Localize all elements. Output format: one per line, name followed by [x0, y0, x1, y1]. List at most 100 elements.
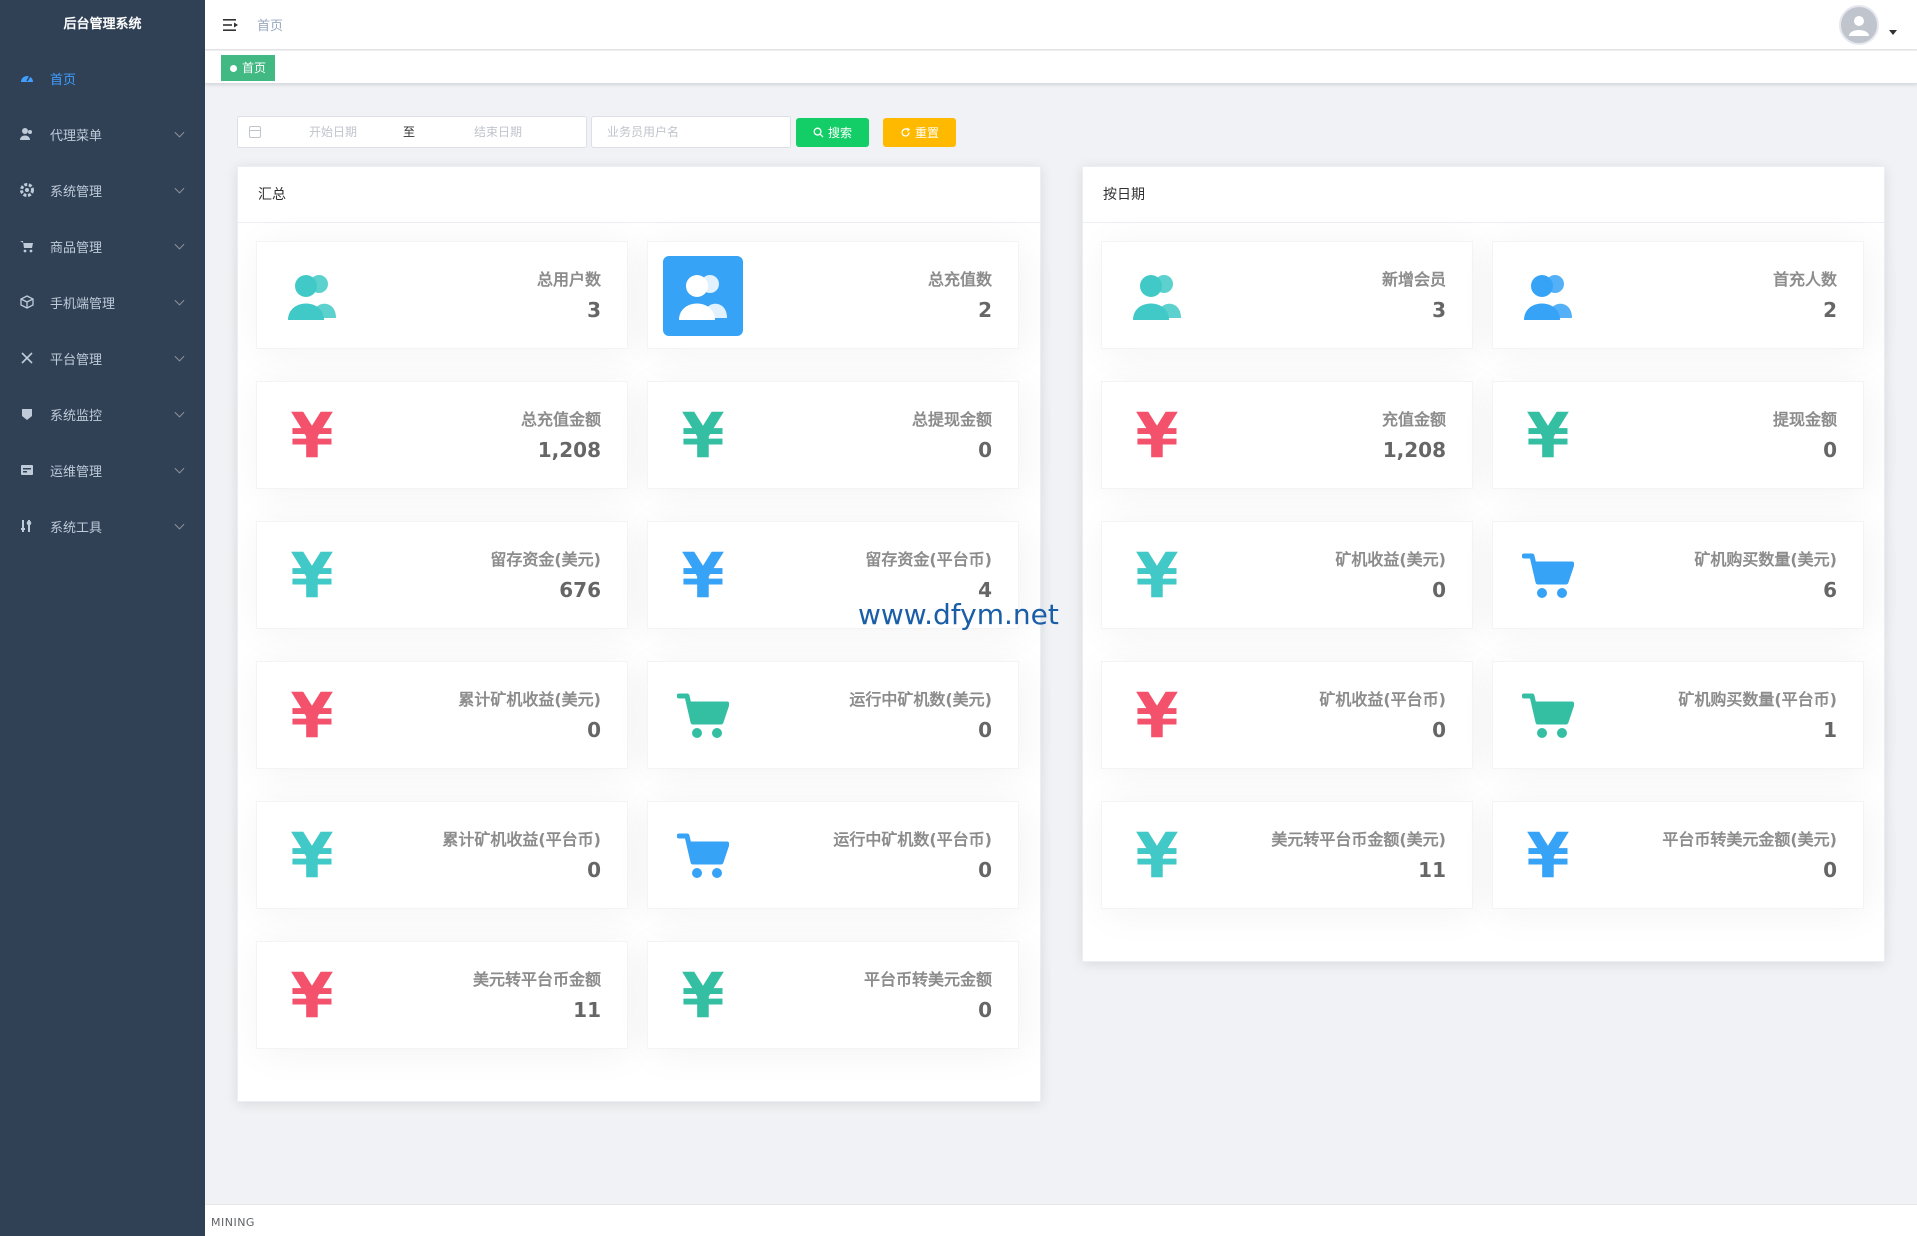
- by-date-panel-title: 按日期: [1083, 167, 1884, 223]
- cart-icon: [677, 833, 729, 878]
- stat-card[interactable]: ¥ 平台币转美元金额(美元) 0: [1492, 801, 1864, 909]
- stat-card[interactable]: ¥ 美元转平台币金额(美元) 11: [1101, 801, 1473, 909]
- hamburger-icon[interactable]: [222, 16, 240, 34]
- reset-button[interactable]: 重置: [883, 118, 956, 147]
- sidebar-item-0[interactable]: 首页: [0, 50, 205, 106]
- sidebar-item-5[interactable]: 平台管理: [0, 330, 205, 386]
- stat-card[interactable]: ¥ 平台币转美元金额 0: [647, 941, 1019, 1049]
- stat-card-icon-wrap: [663, 676, 743, 756]
- stat-card-value: 676: [559, 578, 601, 602]
- stat-card-value: 0: [978, 718, 992, 742]
- sidebar-item-label: 手机端管理: [50, 296, 116, 312]
- stat-card[interactable]: ¥ 累计矿机收益(美元) 0: [256, 661, 628, 769]
- stat-card-value: 0: [1823, 858, 1837, 882]
- salesman-username-input[interactable]: 业务员用户名: [591, 116, 791, 148]
- yen-icon: ¥: [1135, 399, 1179, 472]
- watermark-text: www.dfym.net: [858, 598, 1059, 631]
- stat-card[interactable]: ¥ 矿机收益(平台币) 0: [1101, 661, 1473, 769]
- stat-card-label: 矿机收益(平台币): [1319, 690, 1446, 709]
- sidebar-item-2[interactable]: 系统管理: [0, 162, 205, 218]
- stat-card-label: 总用户数: [536, 270, 601, 289]
- sidebar-menu: 首页 代理菜单系统管理商品管理手机端管理平台管理系统监控运维管理 系统工具: [0, 50, 205, 554]
- stat-card[interactable]: 运行中矿机数(平台币) 0: [647, 801, 1019, 909]
- gear-icon: [20, 183, 34, 197]
- sidebar-item-label: 商品管理: [50, 240, 103, 256]
- date-range-picker[interactable]: 开始日期 至 结束日期: [237, 116, 587, 148]
- stat-card-label: 累计矿机收益(平台币): [442, 830, 601, 849]
- dot-icon: [230, 64, 237, 72]
- sidebar: 后台管理系统 首页 代理菜单 系统管理 商品管理 手机端管理 平台管理 系统监控 运维管理 系统…: [0, 0, 205, 1236]
- stat-card-icon-wrap: ¥: [1508, 816, 1588, 896]
- sidebar-item-label: 平台管理: [50, 352, 103, 368]
- stat-card-value: 0: [1432, 718, 1446, 742]
- yen-icon: ¥: [681, 399, 725, 472]
- stat-card[interactable]: ¥ 充值金额 1,208: [1101, 381, 1473, 489]
- stat-card[interactable]: 矿机购买数量(平台币) 1: [1492, 661, 1864, 769]
- stat-card[interactable]: 矿机购买数量(美元) 6: [1492, 521, 1864, 629]
- end-date-input[interactable]: 结束日期: [433, 117, 563, 147]
- stat-card-icon-wrap: ¥: [272, 676, 352, 756]
- chevron-down-icon: [174, 183, 185, 194]
- people-icon: [1133, 275, 1181, 320]
- sidebar-item-7[interactable]: 运维管理: [0, 442, 205, 498]
- stat-card[interactable]: 首充人数 2: [1492, 241, 1864, 349]
- user-avatar-icon: [1849, 16, 1869, 36]
- sidebar-item-1[interactable]: 代理菜单: [0, 106, 205, 162]
- stat-card[interactable]: ¥ 累计矿机收益(平台币) 0: [256, 801, 628, 909]
- stat-card-value: 2: [978, 298, 992, 322]
- stat-card-label: 累计矿机收益(美元): [458, 690, 601, 709]
- stat-card[interactable]: 运行中矿机数(美元) 0: [647, 661, 1019, 769]
- stat-card-label: 充值金额: [1381, 410, 1446, 429]
- stat-card-label: 美元转平台币金额: [472, 970, 601, 989]
- stat-card[interactable]: 新增会员 3: [1101, 241, 1473, 349]
- caret-down-icon[interactable]: [1889, 30, 1897, 35]
- stat-card[interactable]: ¥ 总充值金额 1,208: [256, 381, 628, 489]
- stat-card-icon-wrap: [1508, 676, 1588, 756]
- by-date-panel: 按日期 新增会员 3 首充人数 2 ¥ 充值金额 1,208 ¥ 提现金额 0 ¥ 矿机收益(美元) 0…: [1082, 166, 1885, 962]
- stat-card[interactable]: ¥ 矿机收益(美元) 0: [1101, 521, 1473, 629]
- summary-panel: 汇总 总用户数 3 总充值数 2 ¥ 总充值金额 1,208 ¥ 总提现金额 0 ¥ 留存资金(美元)…: [237, 166, 1041, 1102]
- sidebar-item-6[interactable]: 系统监控: [0, 386, 205, 442]
- sidebar-item-8[interactable]: 系统工具: [0, 498, 205, 554]
- search-button[interactable]: 搜索: [796, 118, 869, 147]
- reset-button-label: 重置: [914, 126, 939, 140]
- stat-card-value: 0: [1823, 438, 1837, 462]
- stat-card-icon-wrap: ¥: [272, 396, 352, 476]
- wrench-icon: [20, 519, 34, 533]
- people-icon: [1524, 275, 1572, 320]
- date-separator: 至: [403, 125, 416, 139]
- stat-card[interactable]: ¥ 总提现金额 0: [647, 381, 1019, 489]
- shopping-cart-icon: [20, 239, 34, 253]
- sidebar-item-3[interactable]: 商品管理: [0, 218, 205, 274]
- sidebar-item-label: 系统管理: [50, 184, 103, 200]
- yen-icon: ¥: [681, 539, 725, 612]
- start-date-input[interactable]: 开始日期: [273, 117, 393, 147]
- people-icon: [288, 275, 336, 320]
- stat-card-label: 总提现金额: [911, 410, 992, 429]
- chevron-down-icon: [174, 295, 185, 306]
- stat-card[interactable]: 总用户数 3: [256, 241, 628, 349]
- yen-icon: ¥: [290, 679, 334, 752]
- avatar[interactable]: [1839, 5, 1879, 45]
- yen-icon: ¥: [290, 819, 334, 892]
- tag-home[interactable]: 首页: [221, 55, 276, 81]
- yen-icon: ¥: [290, 959, 334, 1032]
- cart-icon: [1522, 693, 1574, 738]
- stat-card-label: 总充值数: [927, 270, 992, 289]
- sidebar-item-4[interactable]: 手机端管理: [0, 274, 205, 330]
- stat-card[interactable]: ¥ 提现金额 0: [1492, 381, 1864, 489]
- stat-card[interactable]: 总充值数 2: [647, 241, 1019, 349]
- stat-card-label: 矿机购买数量(美元): [1694, 550, 1837, 569]
- stat-card-label: 新增会员: [1381, 270, 1446, 289]
- stat-card-label: 运行中矿机数(美元): [849, 690, 992, 709]
- stat-card-icon-wrap: [663, 816, 743, 896]
- stat-card-value: 0: [1432, 578, 1446, 602]
- stat-card-label: 首充人数: [1772, 270, 1837, 289]
- stat-card[interactable]: ¥ 留存资金(美元) 676: [256, 521, 628, 629]
- sidebar-item-label: 系统监控: [50, 408, 103, 424]
- stat-card-label: 留存资金(平台币): [865, 550, 992, 569]
- stat-card-label: 运行中矿机数(平台币): [833, 830, 992, 849]
- stat-card[interactable]: ¥ 美元转平台币金额 11: [256, 941, 628, 1049]
- stat-card-icon-wrap: [663, 256, 743, 336]
- refresh-icon: [900, 127, 911, 138]
